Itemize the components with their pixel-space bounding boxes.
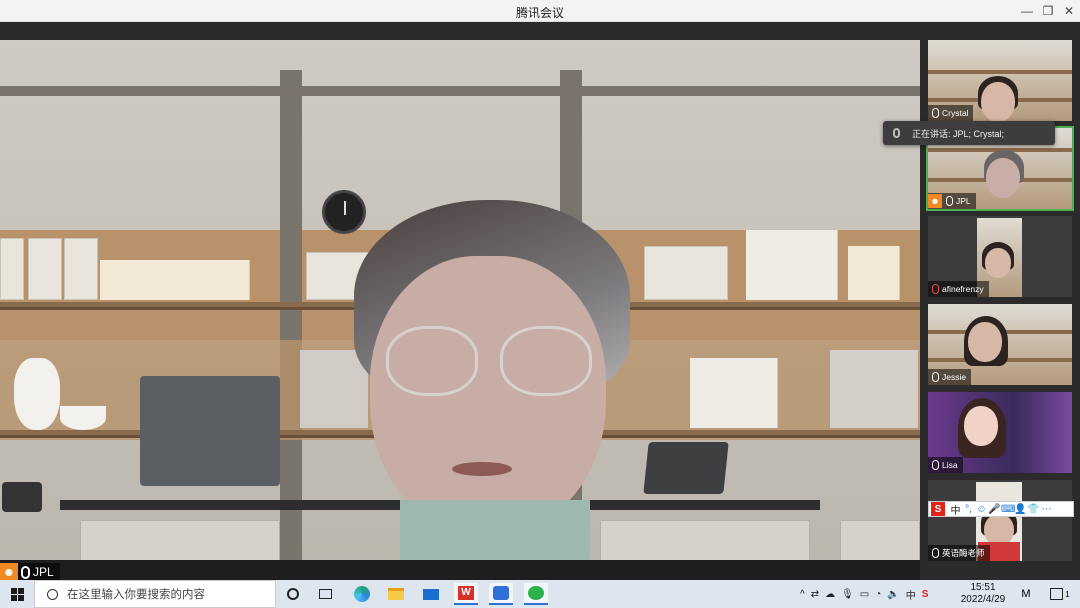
participant-label: Jessie <box>928 369 972 385</box>
participant-label: Crystal <box>928 105 974 121</box>
skin-icon[interactable]: 👕 <box>1027 504 1040 515</box>
participant-tile[interactable]: Jessie <box>928 304 1072 385</box>
close-button[interactable]: ✕ <box>1056 0 1080 22</box>
participant-name: Crystal <box>942 108 969 118</box>
notification-count: 1 <box>1065 589 1070 599</box>
cloud-icon[interactable]: ☁ <box>825 589 835 600</box>
clock-time: 15:51 <box>970 582 996 593</box>
emoji-icon[interactable]: ☺ <box>975 504 988 515</box>
keyboard-icon[interactable]: ⌨ <box>1001 504 1015 515</box>
cortana-icon[interactable] <box>281 583 305 605</box>
participant-label: afinefrenzy <box>928 281 989 297</box>
taskbar-search[interactable]: 在这里输入你要搜索的内容 <box>34 580 276 608</box>
participant-name: 英语酶老师 <box>942 548 985 558</box>
speaking-tooltip: 正在讲话: JPL; Crystal; <box>883 121 1055 145</box>
taskbar: 在这里输入你要搜索的内容 W ^ ⇄ ☁ 🎙 ▭ ◔ 🔈 中 S 15:51 2… <box>0 580 1080 608</box>
wps-icon[interactable]: W <box>454 583 478 605</box>
microphone-muted-icon <box>932 284 939 294</box>
participant-name: JPL <box>956 196 971 206</box>
microphone-icon <box>932 548 939 558</box>
participant-tile[interactable]: Crystal <box>928 40 1072 121</box>
battery-icon[interactable]: ▭ <box>860 589 869 600</box>
ime-mode-indicator[interactable]: 中 <box>906 587 916 602</box>
participant-name: Lisa <box>942 460 958 470</box>
main-speaker-label: ☻ JPL <box>0 563 60 581</box>
microphone-tray-icon[interactable]: 🎙 <box>841 589 854 600</box>
speaking-text: 正在讲话: JPL; Crystal; <box>912 128 1005 139</box>
sogou-tray-icon[interactable]: S <box>922 589 929 600</box>
participant-panel: Crystal ☻ JPL afinefrenzy Jessie Lisa 英语… <box>920 22 1080 580</box>
user-icon[interactable]: 👤 <box>1014 504 1027 515</box>
microphone-icon <box>893 128 900 138</box>
main-speaker-name: JPL <box>33 565 54 579</box>
mail-icon[interactable] <box>419 583 443 605</box>
tencent-meeting-icon[interactable] <box>489 583 513 605</box>
clock-date: 2022/4/29 <box>960 594 1006 605</box>
input-indicator-icon[interactable]: M <box>1014 583 1038 605</box>
participant-tile[interactable]: afinefrenzy <box>928 216 1072 297</box>
microphone-icon <box>946 196 953 206</box>
edge-icon[interactable] <box>350 583 374 605</box>
volume-icon[interactable]: 🔈 <box>887 589 899 600</box>
participant-label: 英语酶老师 <box>928 545 990 561</box>
start-button[interactable] <box>0 580 34 608</box>
network-icon[interactable]: ◔ <box>875 589 881 600</box>
microphone-icon <box>932 460 939 470</box>
more-icon[interactable]: ⋯ <box>1040 504 1053 515</box>
microphone-icon <box>932 372 939 382</box>
voice-input-icon[interactable]: 🎤 <box>988 504 1001 515</box>
participant-label: Lisa <box>928 457 963 473</box>
microphone-icon <box>932 108 939 118</box>
laptop <box>140 376 280 486</box>
punctuation-icon[interactable]: °, <box>962 504 975 515</box>
main-video[interactable] <box>0 22 920 560</box>
sogou-logo-icon[interactable]: S <box>931 502 945 516</box>
host-icon: ☻ <box>928 194 942 208</box>
ime-mode-toggle[interactable]: 中 <box>949 502 962 517</box>
sync-icon[interactable]: ⇄ <box>811 589 819 600</box>
video-top-strip <box>0 22 920 40</box>
participant-tile[interactable]: Lisa <box>928 392 1072 473</box>
task-view-icon[interactable] <box>313 583 337 605</box>
search-icon <box>47 588 58 600</box>
show-hidden-icons-icon[interactable]: ^ <box>800 589 805 600</box>
file-explorer-icon[interactable] <box>384 583 408 605</box>
system-tray: ^ ⇄ ☁ 🎙 ▭ ◔ 🔈 中 S <box>800 580 928 608</box>
microphone-icon <box>21 565 30 579</box>
tablet <box>643 442 729 494</box>
search-placeholder: 在这里输入你要搜索的内容 <box>67 589 205 601</box>
participant-label: ☻ JPL <box>928 193 976 209</box>
wechat-icon[interactable] <box>524 583 548 605</box>
participant-tile[interactable]: 英语酶老师 <box>928 480 1072 561</box>
participant-name: Jessie <box>942 372 967 382</box>
window-title: 腾讯会议 <box>515 6 564 20</box>
host-icon: ☻ <box>0 563 18 581</box>
ime-toolbar[interactable]: S 中 °, ☺ 🎤 ⌨ 👤 👕 ⋯ <box>928 501 1074 517</box>
windows-logo-icon <box>10 587 24 601</box>
participant-name: afinefrenzy <box>942 284 984 294</box>
taskbar-clock[interactable]: 15:51 2022/4/29 <box>956 582 1010 606</box>
title-bar: 腾讯会议 — ❐ ✕ <box>0 0 1080 22</box>
notification-center-icon[interactable]: 1 <box>1048 583 1072 605</box>
speaker-video <box>340 200 640 560</box>
